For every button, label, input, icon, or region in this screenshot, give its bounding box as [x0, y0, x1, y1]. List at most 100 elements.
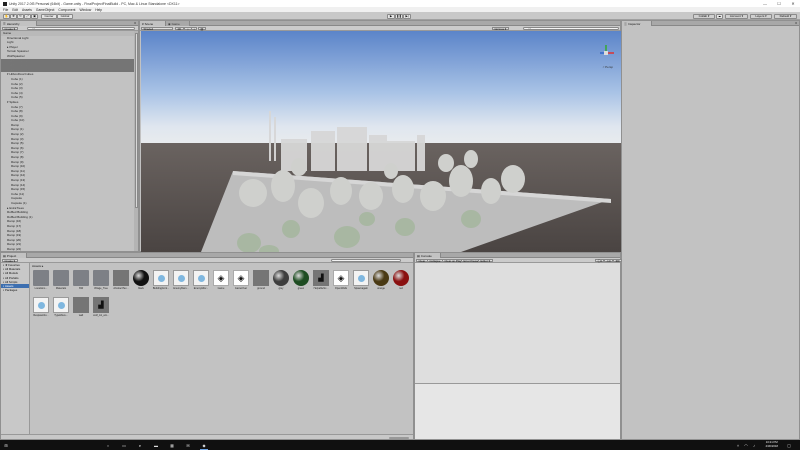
volume-icon[interactable]: ♪: [751, 442, 757, 448]
hand-tool-button[interactable]: ✋: [3, 13, 10, 19]
taskbar-clock[interactable]: 10:21 PM 4/30/2018: [766, 440, 778, 448]
space-toggle[interactable]: Global: [57, 13, 73, 19]
minimize-button[interactable]: —: [758, 0, 772, 7]
account-dropdown[interactable]: Account ▾: [725, 13, 748, 19]
asset-item[interactable]: ▟ wolf_A1_ani...: [92, 297, 110, 321]
asset-item[interactable]: ◈ GameOver: [232, 270, 250, 294]
menu-window[interactable]: Window: [79, 8, 91, 12]
asset-item[interactable]: Locations...: [32, 270, 50, 294]
asset-item[interactable]: black: [132, 270, 150, 294]
task-view-button[interactable]: ▭: [121, 442, 127, 448]
menu-help[interactable]: Help: [95, 8, 102, 12]
gizmos-dropdown[interactable]: Gizmos ▾: [492, 27, 509, 31]
play-icon: ▶: [389, 14, 393, 18]
unity-icon: ◆: [202, 442, 206, 448]
log-count[interactable]: ⓘ 0: [595, 259, 605, 263]
store-button[interactable]: ▦: [169, 442, 175, 448]
scene-grid-icon: #: [142, 21, 144, 26]
asset-item[interactable]: TypeMove...: [52, 297, 70, 321]
close-button[interactable]: ✕: [786, 0, 800, 7]
hierarchy-create-button[interactable]: Create ▾: [2, 27, 18, 31]
explorer-button[interactable]: ▬: [153, 442, 159, 448]
step-button[interactable]: ▶|: [403, 13, 411, 19]
collapse-toggle[interactable]: Collapse: [427, 259, 443, 263]
mail-button[interactable]: ✉: [185, 442, 191, 448]
pause-button[interactable]: ❚❚: [395, 13, 403, 19]
scene-viewport[interactable]: < Persp: [141, 31, 621, 252]
script-file-icon: [33, 297, 49, 313]
asset-item[interactable]: BuildingCont...: [152, 270, 170, 294]
hierarchy-list[interactable]: Game Directional Light Light ▸ Player Terrai…: [1, 31, 134, 251]
play-button[interactable]: ▶: [387, 13, 395, 19]
warning-count[interactable]: ⚠ 0: [604, 259, 614, 263]
panel-menu-icon[interactable]: ≡: [134, 21, 136, 25]
asset-item[interactable]: NW: [72, 270, 90, 294]
asset-name: green: [297, 287, 305, 290]
pivot-toggle[interactable]: Center: [41, 13, 57, 19]
rect-tool-button[interactable]: ▣: [31, 13, 38, 19]
zoom-slider[interactable]: [389, 436, 409, 439]
network-icon[interactable]: ◠: [743, 442, 749, 448]
effects-toggle[interactable]: ▨: [198, 27, 206, 31]
asset-item[interactable]: ground: [252, 270, 270, 294]
menu-gameobject[interactable]: GameObject: [36, 8, 55, 12]
asset-item[interactable]: Village_Tree: [92, 270, 110, 294]
scale-tool-button[interactable]: ⤢: [24, 13, 31, 19]
menu-file[interactable]: File: [3, 8, 8, 12]
asset-item[interactable]: Spawnagain: [352, 270, 370, 294]
asset-item[interactable]: ◈ OpenWalls: [332, 270, 350, 294]
menu-edit[interactable]: Edit: [12, 8, 18, 12]
move-tool-button[interactable]: ✥: [10, 13, 17, 19]
layout-label: Default ▾: [779, 14, 792, 18]
2d-toggle[interactable]: 2D: [175, 27, 184, 31]
project-create-button[interactable]: Create ▾: [2, 259, 18, 263]
asset-item[interactable]: Materials: [52, 270, 70, 294]
unity-taskbar-button[interactable]: ◆: [201, 442, 207, 448]
panel-menu-icon[interactable]: ≡: [795, 21, 797, 25]
collab-button[interactable]: Collab ▾: [693, 13, 715, 19]
shading-mode-dropdown[interactable]: Shaded: [141, 27, 173, 31]
scene-search-input[interactable]: All: [523, 26, 619, 31]
tab-inspector[interactable]: ⓘ Inspector: [622, 21, 652, 26]
notifications-icon[interactable]: ▢: [786, 442, 792, 448]
hierarchy-search-input[interactable]: All: [27, 26, 135, 31]
project-search-input[interactable]: [331, 258, 401, 263]
asset-item[interactable]: ◈ Game: [212, 270, 230, 294]
pivot-label: Center: [44, 14, 54, 18]
cloud-button[interactable]: ☁: [716, 13, 723, 19]
layers-dropdown[interactable]: Layers ▾: [750, 13, 772, 19]
asset-item[interactable]: EnemyMov...: [192, 270, 210, 294]
project-folder-tree[interactable]: ▪ ★ Favorites ▪ All Materials ▪ All Models ▪ Al…: [1, 263, 30, 439]
search-button[interactable]: ○: [105, 442, 111, 448]
project-tree-item[interactable]: ▪ Packages: [1, 288, 29, 292]
main-toolbar: ✋ ✥ ↻ ⤢ ▣ Center Global ▶ ❚❚ ▶| Collab ▾…: [0, 12, 800, 20]
asset-item[interactable]: AbstractTex...: [112, 270, 130, 294]
editor-dropdown[interactable]: Editor ▾: [478, 259, 493, 263]
error-count[interactable]: ⊗ 0: [613, 259, 622, 263]
asset-item[interactable]: red: [392, 270, 410, 294]
clear-button[interactable]: Clear: [416, 259, 428, 263]
asset-item[interactable]: ▟ HelpableSc...: [312, 270, 330, 294]
start-button[interactable]: ⊞: [3, 442, 9, 448]
asset-item[interactable]: orange: [372, 270, 390, 294]
menu-assets[interactable]: Assets: [22, 8, 32, 12]
rotate-tool-button[interactable]: ↻: [17, 13, 24, 19]
script-file-icon: [53, 297, 69, 313]
breadcrumb-label[interactable]: Assets ▸: [32, 264, 43, 268]
hierarchy-row[interactable]: Ramp (22): [1, 247, 134, 251]
audio-toggle[interactable]: ♪: [191, 27, 198, 31]
hierarchy-panel: ☰ Hierarchy ≡ Create ▾ All Game Direction…: [0, 20, 139, 252]
hierarchy-scroll-thumb[interactable]: [134, 33, 138, 208]
store-icon: ▦: [170, 442, 174, 448]
asset-item[interactable]: green: [292, 270, 310, 294]
asset-item[interactable]: wall: [72, 297, 90, 321]
asset-item[interactable]: EnemyDam...: [172, 270, 190, 294]
maximize-button[interactable]: ☐: [772, 0, 786, 7]
console-detail-area[interactable]: [415, 384, 620, 439]
layout-dropdown[interactable]: Default ▾: [774, 13, 797, 19]
menu-component[interactable]: Component: [58, 8, 75, 12]
edge-button[interactable]: e: [137, 442, 143, 448]
asset-item[interactable]: grey: [272, 270, 290, 294]
tray-up-icon[interactable]: ˄: [735, 442, 741, 448]
asset-item[interactable]: Respawnbo...: [32, 297, 50, 321]
